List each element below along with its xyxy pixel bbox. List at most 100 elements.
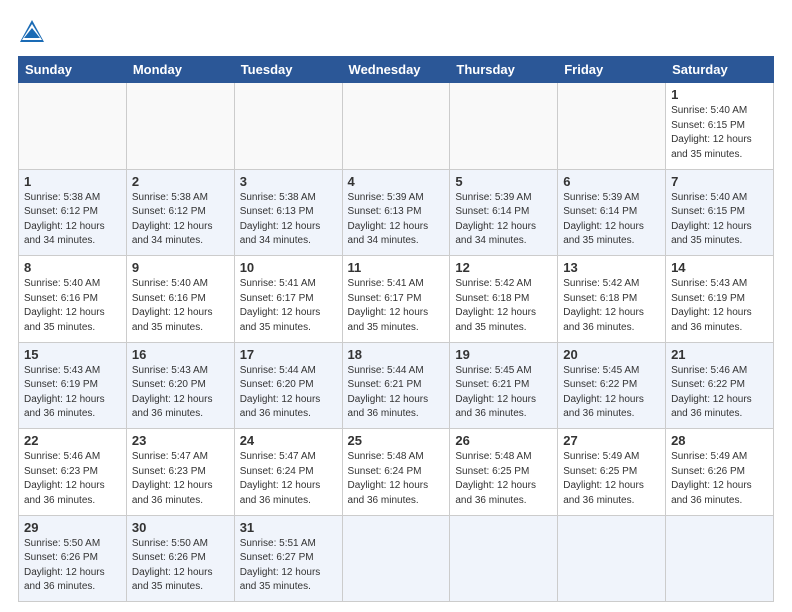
day-number: 25 (348, 433, 445, 448)
day-info: Sunrise: 5:40 AMSunset: 6:16 PMDaylight:… (132, 277, 229, 335)
day-number: 17 (240, 347, 337, 362)
day-number: 18 (348, 347, 445, 362)
calendar-week-1: 1 Sunrise: 5:38 AMSunset: 6:12 PMDayligh… (19, 169, 774, 256)
day-number: 10 (240, 260, 337, 275)
calendar-cell: 25 Sunrise: 5:48 AMSunset: 6:24 PMDaylig… (342, 429, 450, 516)
day-number: 13 (563, 260, 660, 275)
day-number: 24 (240, 433, 337, 448)
day-info: Sunrise: 5:42 AMSunset: 6:18 PMDaylight:… (563, 277, 660, 335)
logo (18, 18, 50, 46)
day-info: Sunrise: 5:46 AMSunset: 6:22 PMDaylight:… (671, 364, 768, 422)
calendar-week-0: 1 Sunrise: 5:40 AMSunset: 6:15 PMDayligh… (19, 83, 774, 170)
calendar-cell: 18 Sunrise: 5:44 AMSunset: 6:21 PMDaylig… (342, 342, 450, 429)
calendar-header-saturday: Saturday (666, 57, 774, 83)
day-info: Sunrise: 5:38 AMSunset: 6:13 PMDaylight:… (240, 191, 337, 249)
day-number: 21 (671, 347, 768, 362)
day-info: Sunrise: 5:46 AMSunset: 6:23 PMDaylight:… (24, 450, 121, 508)
day-info: Sunrise: 5:39 AMSunset: 6:14 PMDaylight:… (455, 191, 552, 249)
day-number: 26 (455, 433, 552, 448)
calendar-cell: 15 Sunrise: 5:43 AMSunset: 6:19 PMDaylig… (19, 342, 127, 429)
calendar-cell (234, 83, 342, 170)
calendar-cell: 30 Sunrise: 5:50 AMSunset: 6:26 PMDaylig… (126, 515, 234, 602)
day-info: Sunrise: 5:40 AMSunset: 6:16 PMDaylight:… (24, 277, 121, 335)
day-number: 15 (24, 347, 121, 362)
calendar-header-monday: Monday (126, 57, 234, 83)
day-info: Sunrise: 5:51 AMSunset: 6:27 PMDaylight:… (240, 537, 337, 595)
calendar-cell: 17 Sunrise: 5:44 AMSunset: 6:20 PMDaylig… (234, 342, 342, 429)
calendar-cell (450, 515, 558, 602)
day-number: 20 (563, 347, 660, 362)
day-info: Sunrise: 5:47 AMSunset: 6:23 PMDaylight:… (132, 450, 229, 508)
calendar-cell: 19 Sunrise: 5:45 AMSunset: 6:21 PMDaylig… (450, 342, 558, 429)
day-number: 6 (563, 174, 660, 189)
calendar-cell: 6 Sunrise: 5:39 AMSunset: 6:14 PMDayligh… (558, 169, 666, 256)
calendar-cell (558, 83, 666, 170)
day-info: Sunrise: 5:48 AMSunset: 6:24 PMDaylight:… (348, 450, 445, 508)
calendar-cell: 8 Sunrise: 5:40 AMSunset: 6:16 PMDayligh… (19, 256, 127, 343)
day-info: Sunrise: 5:49 AMSunset: 6:26 PMDaylight:… (671, 450, 768, 508)
day-number: 27 (563, 433, 660, 448)
calendar-header-wednesday: Wednesday (342, 57, 450, 83)
calendar-cell: 16 Sunrise: 5:43 AMSunset: 6:20 PMDaylig… (126, 342, 234, 429)
calendar-week-4: 22 Sunrise: 5:46 AMSunset: 6:23 PMDaylig… (19, 429, 774, 516)
day-info: Sunrise: 5:40 AMSunset: 6:15 PMDaylight:… (671, 104, 768, 162)
calendar-cell: 3 Sunrise: 5:38 AMSunset: 6:13 PMDayligh… (234, 169, 342, 256)
calendar-cell (19, 83, 127, 170)
day-number: 14 (671, 260, 768, 275)
calendar-cell: 2 Sunrise: 5:38 AMSunset: 6:12 PMDayligh… (126, 169, 234, 256)
calendar-cell: 28 Sunrise: 5:49 AMSunset: 6:26 PMDaylig… (666, 429, 774, 516)
calendar-cell: 4 Sunrise: 5:39 AMSunset: 6:13 PMDayligh… (342, 169, 450, 256)
calendar-cell: 31 Sunrise: 5:51 AMSunset: 6:27 PMDaylig… (234, 515, 342, 602)
calendar-cell (450, 83, 558, 170)
calendar-cell: 21 Sunrise: 5:46 AMSunset: 6:22 PMDaylig… (666, 342, 774, 429)
day-number: 9 (132, 260, 229, 275)
logo-icon (18, 18, 46, 46)
day-number: 23 (132, 433, 229, 448)
day-info: Sunrise: 5:47 AMSunset: 6:24 PMDaylight:… (240, 450, 337, 508)
day-number: 8 (24, 260, 121, 275)
day-info: Sunrise: 5:44 AMSunset: 6:21 PMDaylight:… (348, 364, 445, 422)
day-number: 12 (455, 260, 552, 275)
calendar-header-tuesday: Tuesday (234, 57, 342, 83)
calendar-header-friday: Friday (558, 57, 666, 83)
day-number: 31 (240, 520, 337, 535)
day-info: Sunrise: 5:45 AMSunset: 6:21 PMDaylight:… (455, 364, 552, 422)
page: SundayMondayTuesdayWednesdayThursdayFrid… (0, 0, 792, 612)
day-info: Sunrise: 5:41 AMSunset: 6:17 PMDaylight:… (348, 277, 445, 335)
calendar-cell: 9 Sunrise: 5:40 AMSunset: 6:16 PMDayligh… (126, 256, 234, 343)
day-info: Sunrise: 5:43 AMSunset: 6:19 PMDaylight:… (24, 364, 121, 422)
calendar-cell: 13 Sunrise: 5:42 AMSunset: 6:18 PMDaylig… (558, 256, 666, 343)
day-info: Sunrise: 5:49 AMSunset: 6:25 PMDaylight:… (563, 450, 660, 508)
day-number: 1 (24, 174, 121, 189)
day-number: 22 (24, 433, 121, 448)
day-info: Sunrise: 5:39 AMSunset: 6:13 PMDaylight:… (348, 191, 445, 249)
calendar-cell: 24 Sunrise: 5:47 AMSunset: 6:24 PMDaylig… (234, 429, 342, 516)
calendar-cell (666, 515, 774, 602)
day-number: 11 (348, 260, 445, 275)
day-info: Sunrise: 5:43 AMSunset: 6:20 PMDaylight:… (132, 364, 229, 422)
day-info: Sunrise: 5:44 AMSunset: 6:20 PMDaylight:… (240, 364, 337, 422)
calendar-cell: 5 Sunrise: 5:39 AMSunset: 6:14 PMDayligh… (450, 169, 558, 256)
calendar-cell: 11 Sunrise: 5:41 AMSunset: 6:17 PMDaylig… (342, 256, 450, 343)
day-number: 19 (455, 347, 552, 362)
day-info: Sunrise: 5:50 AMSunset: 6:26 PMDaylight:… (132, 537, 229, 595)
day-info: Sunrise: 5:45 AMSunset: 6:22 PMDaylight:… (563, 364, 660, 422)
calendar-cell: 12 Sunrise: 5:42 AMSunset: 6:18 PMDaylig… (450, 256, 558, 343)
calendar-cell: 1 Sunrise: 5:40 AMSunset: 6:15 PMDayligh… (666, 83, 774, 170)
calendar-header-thursday: Thursday (450, 57, 558, 83)
day-number: 16 (132, 347, 229, 362)
calendar-week-3: 15 Sunrise: 5:43 AMSunset: 6:19 PMDaylig… (19, 342, 774, 429)
calendar-cell (342, 83, 450, 170)
calendar-cell: 7 Sunrise: 5:40 AMSunset: 6:15 PMDayligh… (666, 169, 774, 256)
calendar-header-row: SundayMondayTuesdayWednesdayThursdayFrid… (19, 57, 774, 83)
day-number: 29 (24, 520, 121, 535)
day-info: Sunrise: 5:39 AMSunset: 6:14 PMDaylight:… (563, 191, 660, 249)
day-number: 7 (671, 174, 768, 189)
day-info: Sunrise: 5:40 AMSunset: 6:15 PMDaylight:… (671, 191, 768, 249)
day-info: Sunrise: 5:48 AMSunset: 6:25 PMDaylight:… (455, 450, 552, 508)
calendar-table: SundayMondayTuesdayWednesdayThursdayFrid… (18, 56, 774, 602)
day-info: Sunrise: 5:41 AMSunset: 6:17 PMDaylight:… (240, 277, 337, 335)
calendar-cell: 10 Sunrise: 5:41 AMSunset: 6:17 PMDaylig… (234, 256, 342, 343)
day-info: Sunrise: 5:38 AMSunset: 6:12 PMDaylight:… (24, 191, 121, 249)
calendar-cell: 20 Sunrise: 5:45 AMSunset: 6:22 PMDaylig… (558, 342, 666, 429)
